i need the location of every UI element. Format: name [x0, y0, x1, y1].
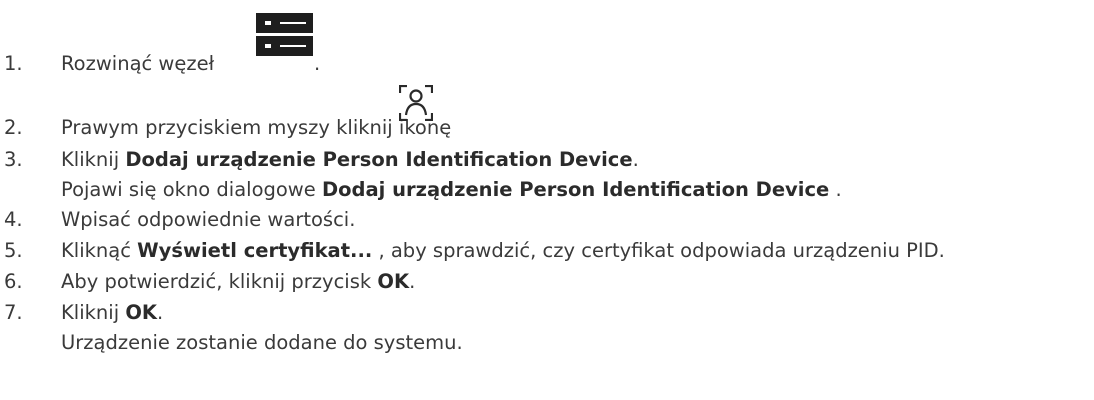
ui-label-bold: Wyświetl certyfikat...	[137, 239, 373, 262]
step-6-text: Aby potwierdzić, kliknij przycisk OK.	[61, 270, 415, 293]
step-number: 7.	[4, 301, 23, 324]
step-text: Kliknąć	[61, 239, 138, 262]
ui-label-bold: OK	[377, 270, 410, 293]
step-text: .	[829, 178, 842, 201]
step-text: Pojawi się okno dialogowe	[61, 178, 322, 201]
step-number: 3.	[4, 148, 23, 171]
step-2-text: Prawym przyciskiem myszy kliknij ikonę	[61, 116, 452, 139]
step-number: 1.	[4, 52, 23, 75]
person-identification-icon	[399, 85, 433, 121]
ui-label-bold: OK	[125, 301, 157, 324]
step-1-text: Rozwinąć węzeł	[61, 52, 214, 75]
ui-label-bold: Dodaj urządzenie Person Identification D…	[125, 148, 633, 171]
step-number: 2.	[4, 116, 23, 139]
step-5-text: Kliknąć Wyświetl certyfikat... , aby spr…	[61, 239, 945, 262]
step-number: 6.	[4, 270, 23, 293]
step-number: 5.	[4, 239, 23, 262]
step-text: Kliknij	[61, 301, 126, 324]
step-7-text: Kliknij OK.	[61, 301, 163, 324]
step-1-period: .	[314, 52, 321, 75]
step-3-continuation: Pojawi się okno dialogowe Dodaj urządzen…	[61, 178, 842, 201]
step-text: .	[632, 148, 639, 171]
step-7-continuation: Urządzenie zostanie dodane do systemu.	[61, 331, 463, 354]
instruction-page: { "steps": [ {"num": "1.", "text": "Rozw…	[0, 0, 1094, 400]
step-text: , aby sprawdzić, czy certyfikat odpowiad…	[372, 239, 945, 262]
step-text: .	[409, 270, 416, 293]
step-text: Kliknij	[61, 148, 126, 171]
step-text: .	[157, 301, 164, 324]
device-tree-icon	[256, 13, 313, 56]
step-4-text: Wpisać odpowiednie wartości.	[61, 208, 356, 231]
step-3-text: Kliknij Dodaj urządzenie Person Identifi…	[61, 148, 639, 171]
ui-label-bold: Dodaj urządzenie Person Identification D…	[321, 178, 830, 201]
step-text: Rozwinąć węzeł	[61, 52, 215, 75]
step-number: 4.	[4, 208, 23, 231]
step-text: Aby potwierdzić, kliknij przycisk	[61, 270, 378, 293]
